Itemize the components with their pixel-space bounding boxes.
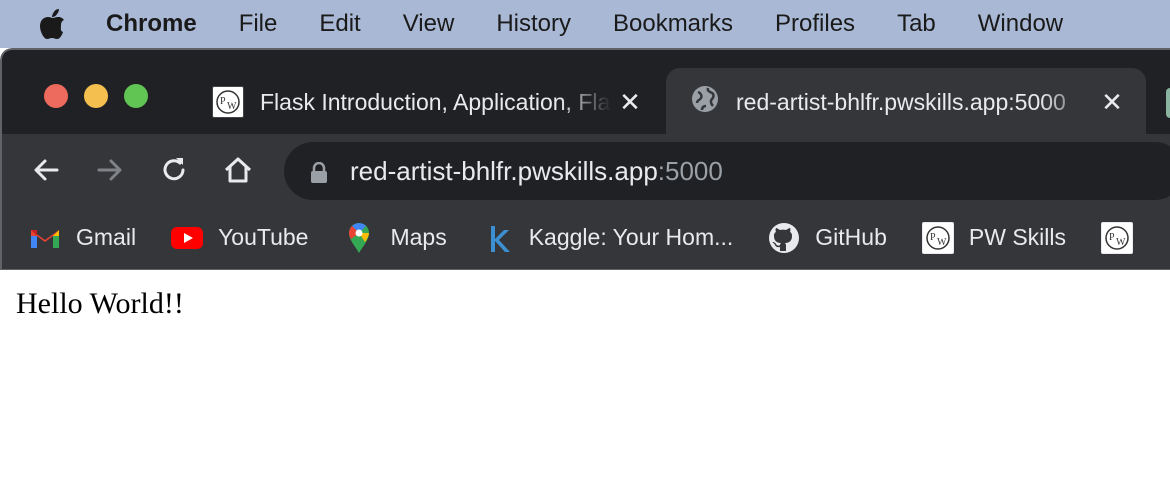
url-host: red-artist-bhlfr.pwskills.app xyxy=(350,155,658,186)
bookmark-github[interactable]: GitHub xyxy=(767,221,887,255)
bookmark-label: Kaggle: Your Hom... xyxy=(528,224,734,250)
macos-menu-bar: Chrome File Edit View History Bookmarks … xyxy=(0,0,1170,48)
bookmark-label: PW Skills xyxy=(968,224,1066,250)
page-content: Hello World!! xyxy=(0,271,1170,488)
back-arrow-icon[interactable] xyxy=(28,152,64,188)
bookmark-youtube[interactable]: YouTube xyxy=(170,221,308,255)
bookmarks-bar: Gmail YouTube Maps Kaggle: Your Hom... G… xyxy=(0,206,1170,270)
svg-text:P: P xyxy=(220,96,226,107)
bookmark-label: Gmail xyxy=(76,224,137,250)
reload-icon[interactable] xyxy=(156,152,192,188)
bookmark-pw-skills[interactable]: PW PW Skills xyxy=(921,221,1066,255)
svg-text:W: W xyxy=(1116,237,1126,248)
bookmark-maps[interactable]: Maps xyxy=(342,221,447,255)
tab-flask-introduction[interactable]: PW Flask Introduction, Application, Flas… xyxy=(198,68,664,136)
bookmark-overflow[interactable]: PW xyxy=(1100,221,1148,255)
lock-icon[interactable] xyxy=(310,160,328,183)
bookmark-label: YouTube xyxy=(218,224,309,250)
svg-text:W: W xyxy=(937,237,947,248)
browser-window: PW Flask Introduction, Application, Flas… xyxy=(0,48,1170,488)
svg-text:W: W xyxy=(227,101,237,112)
github-icon xyxy=(767,221,801,255)
menu-window[interactable]: Window xyxy=(978,10,1063,38)
home-icon[interactable] xyxy=(220,152,256,188)
svg-text:P: P xyxy=(1109,232,1115,243)
menu-edit[interactable]: Edit xyxy=(319,10,360,38)
address-bar[interactable]: red-artist-bhlfr.pwskills.app:5000 xyxy=(284,142,1170,200)
pw-logo-icon: PW xyxy=(212,86,244,118)
zoom-window-button[interactable] xyxy=(124,84,148,108)
forward-arrow-icon[interactable] xyxy=(92,152,128,188)
bookmark-label: Maps xyxy=(390,224,447,250)
svg-text:P: P xyxy=(930,232,936,243)
pw-logo-icon: PW xyxy=(1100,221,1134,255)
tab-title: Flask Introduction, Application, Flask T… xyxy=(260,88,612,115)
menu-file[interactable]: File xyxy=(239,10,278,38)
browser-toolbar: red-artist-bhlfr.pwskills.app:5000 xyxy=(0,134,1170,206)
url-port: :5000 xyxy=(657,155,723,186)
close-tab-icon[interactable]: ✕ xyxy=(1094,84,1130,120)
maps-icon xyxy=(342,221,376,255)
menu-tab[interactable]: Tab xyxy=(897,10,936,38)
tab-title: red-artist-bhlfr.pwskills.app:5000 xyxy=(736,88,1066,115)
apple-menu-icon[interactable] xyxy=(38,8,68,40)
globe-icon xyxy=(690,84,720,120)
close-tab-icon[interactable]: ✕ xyxy=(612,84,648,120)
page-text: Hello World!! xyxy=(16,287,184,320)
menu-app-name[interactable]: Chrome xyxy=(106,10,197,38)
gmail-icon xyxy=(28,221,62,255)
next-tab-favicon[interactable] xyxy=(1166,88,1170,118)
menu-view[interactable]: View xyxy=(403,10,455,38)
bookmark-gmail[interactable]: Gmail xyxy=(28,221,136,255)
tab-active-app[interactable]: red-artist-bhlfr.pwskills.app:5000 ✕ xyxy=(666,68,1146,136)
youtube-icon xyxy=(170,221,204,255)
menu-bookmarks[interactable]: Bookmarks xyxy=(613,10,733,38)
bookmark-label: GitHub xyxy=(815,224,887,250)
menu-profiles[interactable]: Profiles xyxy=(775,10,855,38)
menu-history[interactable]: History xyxy=(496,10,571,38)
minimize-window-button[interactable] xyxy=(84,84,108,108)
kaggle-icon xyxy=(481,221,515,255)
tab-strip: PW Flask Introduction, Application, Flas… xyxy=(0,48,1170,136)
close-window-button[interactable] xyxy=(44,84,68,108)
pw-logo-icon: PW xyxy=(921,221,955,255)
bookmark-kaggle[interactable]: Kaggle: Your Hom... xyxy=(481,221,734,255)
